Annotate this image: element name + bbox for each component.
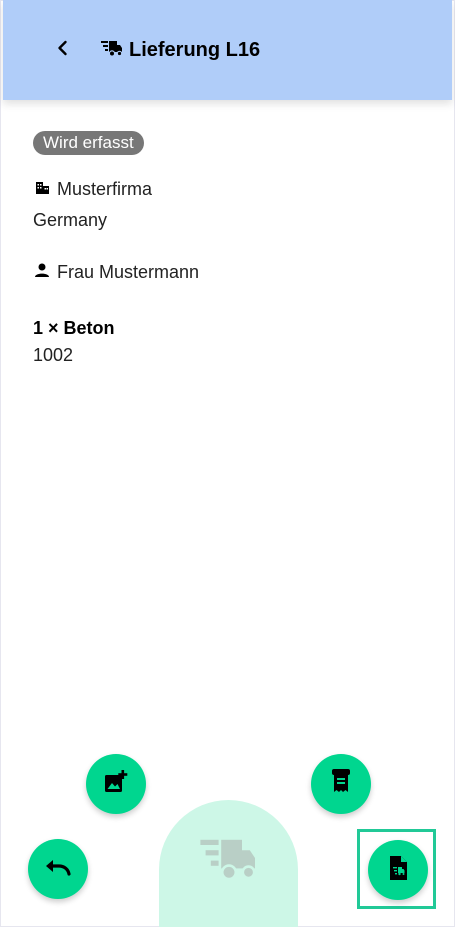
contact-name: Frau Mustermann — [57, 262, 200, 282]
status-badge: Wird erfasst — [33, 131, 144, 155]
delivery-truck-icon — [199, 832, 258, 889]
company-name: Musterfirma — [57, 179, 153, 199]
company-country: Germany — [33, 210, 108, 230]
delivery-truck-icon — [101, 38, 123, 63]
receipt-button[interactable] — [311, 754, 371, 814]
receipt-icon — [328, 768, 354, 801]
person-icon — [33, 261, 51, 284]
chevron-left-icon — [55, 40, 71, 61]
add-photo-icon — [103, 769, 129, 800]
undo-icon — [44, 856, 72, 883]
contact-row: Frau Mustermann — [33, 261, 199, 284]
delivery-document-button[interactable] — [368, 840, 428, 900]
add-photo-button[interactable] — [86, 754, 146, 814]
app-bar: Lieferung L16 — [3, 0, 452, 100]
building-icon — [33, 178, 51, 201]
page-title: Lieferung L16 — [101, 37, 260, 63]
undo-button[interactable] — [28, 839, 88, 899]
item-title: 1 × Beton — [33, 318, 115, 338]
document-delivery-icon — [387, 855, 409, 886]
item-number: 1002 — [33, 345, 74, 365]
back-button[interactable] — [49, 36, 77, 64]
new-delivery-button[interactable] — [159, 800, 298, 927]
page-title-text: Lieferung L16 — [129, 38, 261, 61]
company-row: Musterfirma — [33, 178, 152, 201]
